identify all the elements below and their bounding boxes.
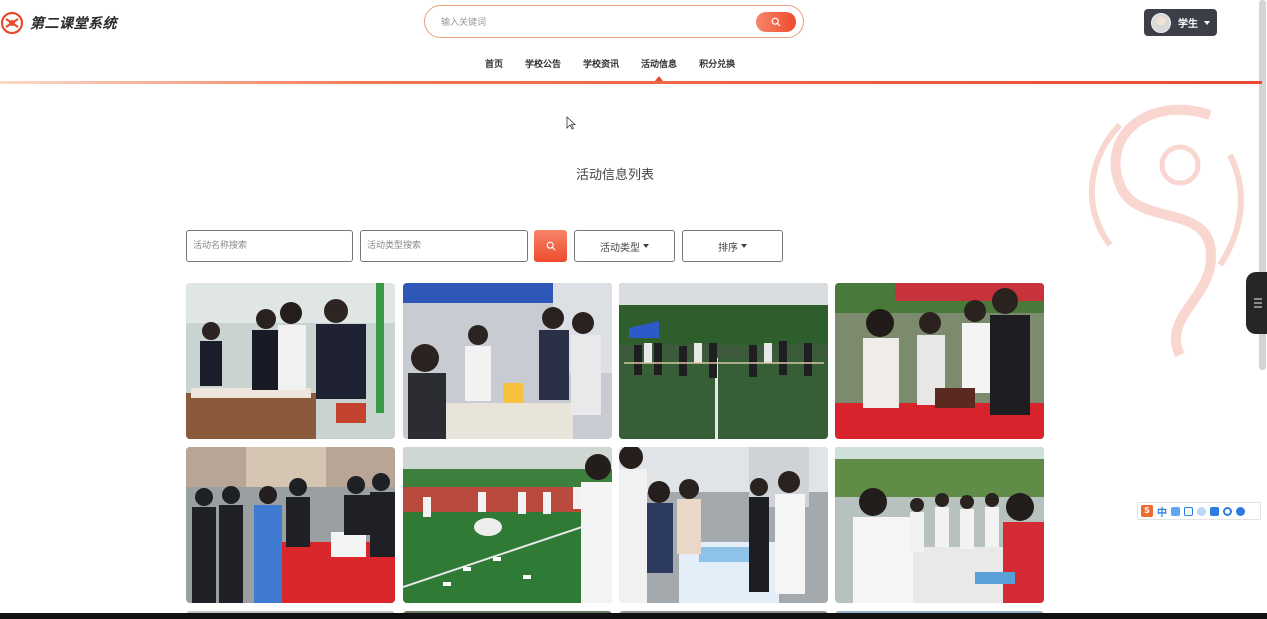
nav-divider xyxy=(0,81,1262,84)
activity-type-dropdown-label: 活动类型 xyxy=(600,242,640,254)
activity-card[interactable] xyxy=(403,447,612,603)
global-search-input[interactable] xyxy=(439,14,743,32)
global-search xyxy=(424,5,804,38)
activity-card[interactable] xyxy=(835,283,1044,439)
ime-logo-icon: S xyxy=(1141,505,1153,517)
ime-mode-label[interactable]: 中 xyxy=(1157,504,1167,519)
activity-name-search-input[interactable] xyxy=(186,230,353,262)
nav-announcements[interactable]: 学校公告 xyxy=(514,57,572,73)
search-icon xyxy=(771,17,781,27)
keyboard-icon[interactable] xyxy=(1184,506,1193,516)
global-search-button[interactable] xyxy=(756,12,796,32)
mouse-cursor-icon xyxy=(566,116,576,130)
activity-card[interactable] xyxy=(186,283,395,439)
activity-photo-students-game-on-turf xyxy=(403,447,612,603)
sort-dropdown-label: 排序 xyxy=(718,242,738,254)
chevron-down-icon xyxy=(1204,20,1210,25)
chevron-down-icon xyxy=(643,244,649,248)
activity-type-dropdown[interactable]: 活动类型 xyxy=(574,230,675,262)
activity-card[interactable] xyxy=(403,283,612,439)
activity-photo-students-at-outdoor-booths xyxy=(619,447,828,603)
chevron-down-icon xyxy=(741,244,747,248)
skin-icon[interactable] xyxy=(1210,506,1219,516)
window-bottom-edge xyxy=(0,613,1267,619)
nav-points-exchange[interactable]: 积分兑换 xyxy=(688,57,746,73)
activity-type-search-input[interactable] xyxy=(360,230,528,262)
activity-photo-students-under-tent-stall xyxy=(403,283,612,439)
site-title: 第二课堂系统 xyxy=(30,16,117,32)
user-menu-button[interactable]: 学生 xyxy=(1144,9,1217,36)
toolbox-icon[interactable] xyxy=(1223,506,1232,516)
sort-dropdown[interactable]: 排序 xyxy=(682,230,783,262)
dragon-watermark-icon xyxy=(1088,104,1244,358)
punctuation-icon[interactable] xyxy=(1171,506,1180,516)
user-icon[interactable] xyxy=(1197,506,1206,516)
menu-icon xyxy=(1254,298,1262,308)
user-name: 学生 xyxy=(1178,19,1198,30)
activity-photo-students-signing-at-tables xyxy=(835,447,1044,603)
page-title: 活动信息列表 xyxy=(575,168,654,183)
search-icon xyxy=(546,241,555,251)
activity-photo-students-at-red-table xyxy=(835,283,1044,439)
nav-activities[interactable]: 活动信息 xyxy=(630,57,688,81)
avatar xyxy=(1151,12,1171,33)
filter-search-button[interactable] xyxy=(534,230,567,262)
gear-icon[interactable] xyxy=(1236,506,1245,516)
activity-photo-crowd-at-registration-desk xyxy=(186,447,395,603)
side-panel-handle[interactable] xyxy=(1246,272,1267,334)
main-nav: 首页 学校公告 学校资讯 活动信息 积分兑换 xyxy=(474,57,746,81)
activity-card[interactable] xyxy=(835,447,1044,603)
nav-news[interactable]: 学校资讯 xyxy=(572,57,630,73)
activity-photo-tug-of-war-on-field xyxy=(619,283,828,439)
activity-card[interactable] xyxy=(619,283,828,439)
activity-photo-students-at-booth-table xyxy=(186,283,395,439)
nav-home[interactable]: 首页 xyxy=(474,57,514,73)
activity-card[interactable] xyxy=(619,447,828,603)
logo-icon xyxy=(0,11,24,35)
site-logo[interactable]: 第二课堂系统 xyxy=(0,9,117,37)
activity-card[interactable] xyxy=(186,447,395,603)
ime-toolbar[interactable]: S 中 xyxy=(1137,502,1261,520)
